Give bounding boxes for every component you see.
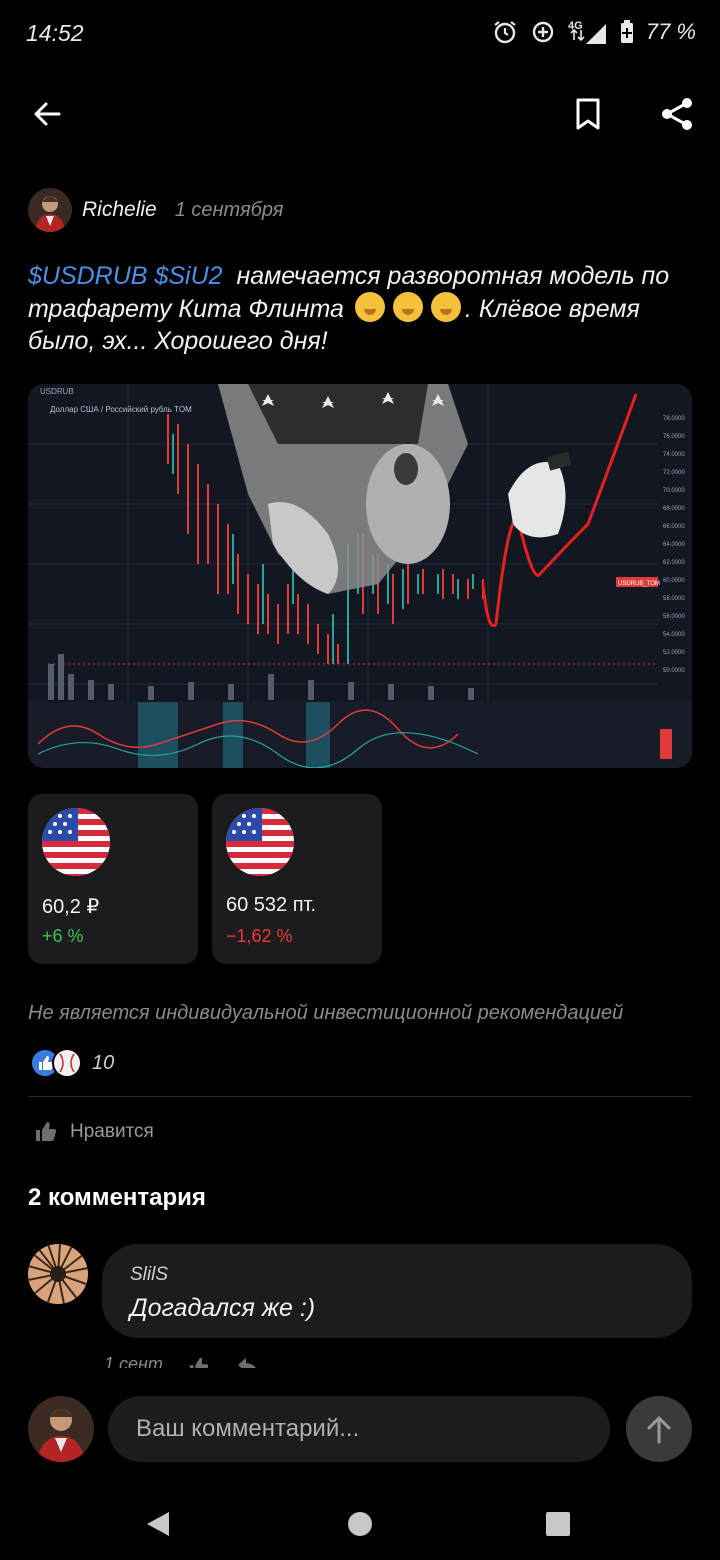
top-app-bar xyxy=(0,80,720,150)
like-label: Нравится xyxy=(70,1121,154,1142)
chart-price-label: USDRUB_TOM xyxy=(618,581,660,587)
data-saver-icon xyxy=(532,21,554,43)
bookmark-button[interactable] xyxy=(563,89,613,139)
us-flag-icon xyxy=(42,808,110,876)
share-button[interactable] xyxy=(652,89,702,139)
reply-icon[interactable] xyxy=(236,1356,260,1368)
ticker-change: +6 % xyxy=(42,926,84,946)
axis-tick-label: 50.0000 xyxy=(663,668,685,674)
baseball-reaction-icon xyxy=(52,1048,82,1078)
comments-title: 2 комментария xyxy=(28,1184,206,1211)
tag-link-usdrub[interactable]: $USDRUB xyxy=(28,262,147,290)
comment-like-icon[interactable] xyxy=(188,1356,210,1368)
chart-subtitle: Доллар США / Российский рубль TOM xyxy=(50,405,192,414)
ticker-card-siu2[interactable]: 60 532 пт. −1,62 % xyxy=(212,794,382,964)
author-name[interactable]: Richelie xyxy=(82,198,157,222)
us-flag-icon xyxy=(226,808,294,876)
divider xyxy=(28,1096,692,1097)
axis-tick-label: 72.0000 xyxy=(663,470,685,476)
axis-tick-label: 58.0000 xyxy=(663,596,685,602)
back-button[interactable] xyxy=(22,89,72,139)
system-nav-bar xyxy=(0,1488,720,1560)
status-icons: 4G 77 % xyxy=(492,18,696,46)
face-with-hand-over-mouth-icon xyxy=(430,292,461,322)
axis-tick-label: 60.0000 xyxy=(663,578,685,584)
comment-input-bar xyxy=(0,1368,720,1488)
nav-home-button[interactable] xyxy=(336,1500,384,1548)
axis-tick-label: 52.0000 xyxy=(663,650,685,656)
axis-tick-label: 74.0000 xyxy=(663,452,685,458)
reactions-count: 10 xyxy=(92,1051,115,1074)
send-button[interactable] xyxy=(626,1396,692,1462)
axis-tick-label: 76.0000 xyxy=(663,434,685,440)
battery-percent: 77 % xyxy=(645,19,696,44)
share-icon xyxy=(662,98,692,130)
tag-link-siu2[interactable]: $SiU2 xyxy=(154,262,222,290)
axis-tick-label: 66.0000 xyxy=(663,524,685,530)
arrow-left-icon xyxy=(34,102,61,126)
face-with-hand-over-mouth-icon xyxy=(392,292,423,322)
signal-4g-icon: 4G xyxy=(568,20,606,44)
author-avatar[interactable] xyxy=(28,188,72,232)
axis-tick-label: 70.0000 xyxy=(663,488,685,494)
ticker-change: −1,62 % xyxy=(226,926,293,946)
chart-ticker-label: USDRUB xyxy=(40,387,74,396)
reactions-summary[interactable]: 10 xyxy=(30,1046,114,1080)
axis-tick-label: 78.0000 xyxy=(663,416,685,422)
current-user-avatar xyxy=(28,1396,94,1462)
ticker-card-usdrub[interactable]: 60,2 ₽ +6 % xyxy=(28,794,198,964)
post-body: $USDRUB $SiU2 намечается разворотная мод… xyxy=(28,260,698,357)
circle-home-icon xyxy=(348,1512,372,1536)
status-time: 14:52 xyxy=(26,20,84,46)
square-recents-icon xyxy=(546,1512,570,1536)
alarm-icon xyxy=(494,21,516,44)
chart-meme-image: USDRUB Доллар США / Российский рубль TOM… xyxy=(28,384,692,768)
axis-tick-label: 64.0000 xyxy=(663,542,685,548)
axis-tick-label: 62.0000 xyxy=(663,560,685,566)
post-author-row: Richelie 1 сентября xyxy=(28,186,283,234)
nav-back-button[interactable] xyxy=(134,1500,182,1548)
axis-tick-label: 54.0000 xyxy=(663,632,685,638)
face-with-hand-over-mouth-icon xyxy=(354,292,385,322)
nav-recents-button[interactable] xyxy=(534,1500,582,1548)
comment-text: Догадался же :) xyxy=(130,1294,316,1322)
arrow-up-icon xyxy=(647,1416,671,1444)
comment-date: 1 сент. xyxy=(104,1354,168,1368)
comment-bubble: SlilS Догадался же :) xyxy=(102,1244,692,1338)
disclaimer-text: Не является индивидуальной инвестиционно… xyxy=(28,1002,624,1024)
thumbs-up-icon xyxy=(36,1122,57,1141)
axis-tick-label: 68.0000 xyxy=(663,506,685,512)
like-button[interactable]: Нравится xyxy=(34,1116,154,1148)
post-image[interactable]: USDRUB Доллар США / Российский рубль TOM… xyxy=(28,384,692,768)
battery-icon xyxy=(620,20,633,43)
comment-author[interactable]: SlilS xyxy=(130,1264,168,1286)
comment-avatar[interactable] xyxy=(28,1244,88,1304)
post-date: 1 сентября xyxy=(174,198,284,221)
ticker-price: 60 532 пт. xyxy=(226,894,317,916)
triangle-back-icon xyxy=(147,1512,169,1536)
axis-tick-label: 56.0000 xyxy=(663,614,685,620)
comment-input[interactable] xyxy=(108,1396,610,1462)
status-bar: 14:52 4G 77 % xyxy=(0,0,720,70)
comment-meta: 1 сент. xyxy=(104,1354,304,1368)
ticker-price: 60,2 ₽ xyxy=(42,896,100,918)
bookmark-icon xyxy=(576,98,600,130)
